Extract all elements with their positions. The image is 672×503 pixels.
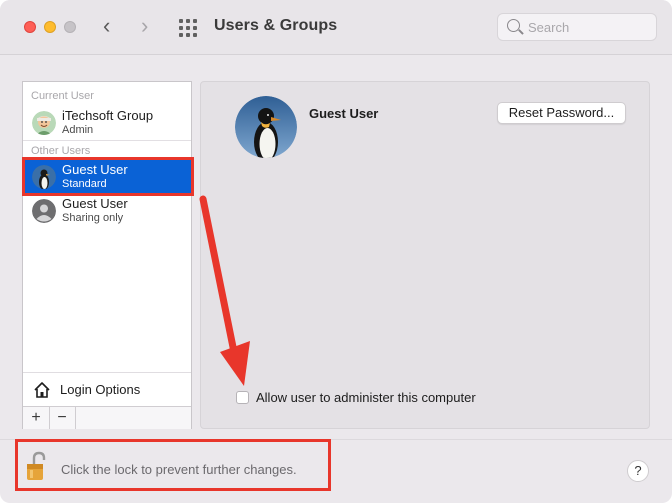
divider (23, 140, 191, 141)
user-name: Guest User (62, 162, 128, 177)
users-groups-window: ‹ › Users & Groups Current User (0, 0, 672, 503)
remove-user-button[interactable]: − (49, 407, 76, 429)
user-role: Admin (62, 124, 94, 136)
window-title: Users & Groups (214, 17, 338, 34)
toolbar: ‹ › Users & Groups (0, 0, 672, 55)
admin-checkbox-label[interactable]: Allow user to administer this computer (256, 390, 476, 405)
grid-icon[interactable] (179, 19, 197, 37)
user-row-guest-sharing[interactable]: Guest User Sharing only (23, 194, 191, 228)
user-row-itechsoft[interactable]: iTechsoft Group Admin (23, 106, 191, 140)
user-role: Standard (62, 178, 107, 190)
help-button[interactable]: ? (627, 460, 649, 482)
reset-password-button[interactable]: Reset Password... (497, 102, 626, 124)
back-arrow-icon[interactable]: ‹ (103, 14, 110, 38)
login-options-item[interactable]: Login Options (23, 372, 191, 407)
search-icon (507, 19, 520, 32)
search-input[interactable] (528, 17, 648, 37)
search-field[interactable] (497, 13, 657, 41)
house-icon (33, 381, 51, 399)
user-role: Sharing only (62, 212, 124, 224)
user-picture[interactable] (235, 96, 297, 158)
close-window-button[interactable] (24, 21, 36, 33)
add-user-button[interactable]: + (23, 407, 50, 429)
zoom-window-button[interactable] (64, 21, 76, 33)
user-name: Guest User (62, 196, 128, 211)
admin-checkbox[interactable] (236, 391, 249, 404)
other-users-header: Other Users (31, 145, 91, 157)
user-row-guest-standard[interactable]: Guest User Standard (23, 160, 191, 194)
minimize-window-button[interactable] (44, 21, 56, 33)
forward-arrow-icon[interactable]: › (141, 14, 148, 38)
user-detail-pane: Guest User Reset Password... Allow user … (200, 81, 650, 429)
list-footer: + − (23, 406, 191, 429)
divider (0, 439, 672, 440)
penguin-avatar-icon (32, 165, 56, 189)
current-user-header: Current User (31, 90, 94, 102)
login-options-label: Login Options (60, 382, 141, 397)
detail-user-name: Guest User (309, 106, 379, 121)
user-list: Current User iTechsoft Group Admin Other… (22, 81, 192, 429)
generic-user-icon (32, 199, 56, 223)
lock-open-icon[interactable] (26, 451, 48, 483)
lock-message[interactable]: Click the lock to prevent further change… (61, 462, 297, 477)
memoji-avatar-icon (32, 111, 56, 135)
user-name: iTechsoft Group (62, 108, 154, 123)
